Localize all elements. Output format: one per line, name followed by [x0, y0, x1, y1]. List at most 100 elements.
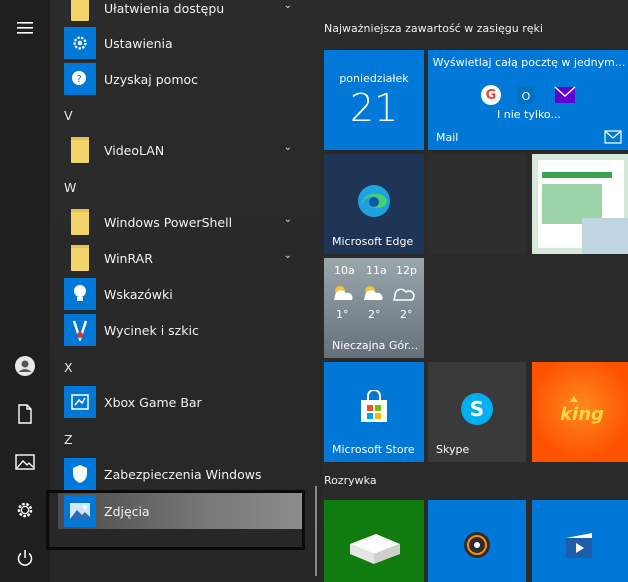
- folder-icon: [64, 134, 96, 166]
- svg-text:O: O: [522, 90, 531, 103]
- weather-temp-1: 1°: [336, 308, 349, 321]
- document-icon: [18, 404, 32, 424]
- skype-icon: S: [461, 393, 493, 425]
- letter-header-v[interactable]: V: [64, 108, 73, 123]
- app-item-xbox-game-bar[interactable]: Xbox Game Bar: [58, 384, 308, 420]
- xbox-console-tile[interactable]: [324, 500, 424, 582]
- empty-tile[interactable]: [428, 154, 526, 254]
- groove-music-tile[interactable]: [428, 500, 526, 582]
- settings-app-icon: [64, 27, 96, 59]
- chevron-down-icon[interactable]: ⌄: [284, 250, 292, 261]
- app-label: Xbox Game Bar: [104, 394, 202, 410]
- tile-group-title[interactable]: Najważniejsza zawartość w zasięgu ręki: [324, 22, 543, 35]
- skype-label: Skype: [436, 443, 470, 456]
- letter-header-x[interactable]: X: [64, 360, 73, 375]
- app-item-ulatwienia[interactable]: Ułatwienia dostępu ⌄: [58, 0, 308, 26]
- edge-icon: [358, 185, 390, 217]
- user-account-button[interactable]: [5, 346, 45, 386]
- app-label: VideoLAN: [104, 142, 165, 158]
- svg-text:G: G: [486, 88, 497, 103]
- mail-tile[interactable]: Wyświetlaj całą pocztę w jednym... G O I…: [428, 50, 628, 150]
- tiles-area: Najważniejsza zawartość w zasięgu ręki p…: [322, 0, 628, 582]
- folder-icon: [64, 0, 96, 24]
- movies-tv-tile[interactable]: [532, 500, 628, 582]
- weather-tile[interactable]: 10a 11a 12p 1° 2° 2° Nieczajna Gór...: [324, 258, 424, 358]
- app-label: Wskazówki: [104, 286, 173, 302]
- weather-temp-2: 2°: [368, 308, 381, 321]
- hamburger-menu-button[interactable]: [5, 8, 45, 48]
- app-label: Uzyskaj pomoc: [104, 71, 199, 87]
- shield-icon: [64, 458, 96, 490]
- groove-music-icon: [464, 532, 490, 558]
- app-item-uzyskaj-pomoc[interactable]: ? Uzyskaj pomoc: [58, 61, 308, 97]
- gear-icon: [17, 502, 33, 518]
- weather-hour-3: 12p: [396, 264, 417, 277]
- weather-hour-1: 10a: [334, 264, 355, 277]
- screenshot-preview-tile[interactable]: [532, 154, 628, 254]
- power-button[interactable]: [5, 538, 45, 578]
- weather-hour-2: 11a: [366, 264, 387, 277]
- store-icon: [361, 390, 387, 422]
- letter-header-w[interactable]: W: [64, 180, 76, 195]
- svg-text:?: ?: [76, 74, 81, 85]
- preview-bar: [542, 172, 612, 178]
- xbox-game-bar-icon: [64, 386, 96, 418]
- calendar-day: poniedziałek: [339, 72, 409, 85]
- app-item-ustawienia[interactable]: Ustawienia: [58, 25, 308, 61]
- tile-group-title[interactable]: Rozrywka: [324, 474, 377, 487]
- lightbulb-icon: [64, 278, 96, 310]
- snip-sketch-icon: [64, 314, 96, 346]
- documents-button[interactable]: [5, 394, 45, 434]
- pictures-button[interactable]: [5, 442, 45, 482]
- calendar-date: 21: [349, 86, 399, 130]
- chevron-down-icon[interactable]: ⌄: [284, 142, 292, 153]
- power-icon: [17, 550, 33, 566]
- king-logo-icon: king: [560, 396, 604, 425]
- app-label: Wycinek i szkic: [104, 322, 199, 338]
- letter-header-z[interactable]: Z: [64, 432, 73, 447]
- edge-tile[interactable]: Microsoft Edge: [324, 154, 424, 254]
- pictures-icon: [15, 454, 35, 470]
- app-item-zabezpieczenia[interactable]: Zabezpieczenia Windows: [58, 456, 308, 492]
- calendar-tile[interactable]: poniedziałek 21: [324, 50, 424, 150]
- help-icon: ?: [64, 63, 96, 95]
- chevron-down-icon[interactable]: ⌄: [284, 0, 292, 11]
- partly-cloudy-icon: [334, 286, 415, 301]
- skype-tile[interactable]: S Skype: [428, 362, 526, 462]
- movies-tv-icon: [566, 533, 592, 558]
- mail-label: Mail: [436, 131, 459, 144]
- weather-label: Nieczajna Gór...: [332, 339, 419, 352]
- app-label: Windows PowerShell: [104, 214, 233, 230]
- app-label: WinRAR: [104, 250, 153, 266]
- edge-label: Microsoft Edge: [332, 235, 414, 248]
- app-list-scrollbar[interactable]: [315, 486, 317, 576]
- user-icon: [15, 356, 35, 376]
- app-item-wskazowki[interactable]: Wskazówki: [58, 276, 308, 312]
- svg-text:king: king: [560, 404, 604, 425]
- weather-temp-3: 2°: [400, 308, 413, 321]
- mail-more: I nie tylko...: [497, 108, 561, 121]
- app-item-videolan[interactable]: VideoLAN ⌄: [58, 132, 308, 168]
- folder-icon: [64, 242, 96, 274]
- mail-icon: [604, 130, 622, 144]
- start-rail: [0, 0, 50, 582]
- king-game-tile[interactable]: king: [532, 362, 628, 462]
- svg-text:S: S: [470, 397, 484, 421]
- xbox-console-icon: [350, 534, 400, 564]
- store-tile[interactable]: Microsoft Store: [324, 362, 424, 462]
- app-item-windows-powershell[interactable]: Windows PowerShell ⌄: [58, 204, 308, 240]
- mail-accounts-icons: G O: [481, 85, 576, 105]
- store-label: Microsoft Store: [332, 443, 415, 456]
- settings-button[interactable]: [5, 490, 45, 530]
- chevron-down-icon[interactable]: ⌄: [284, 214, 292, 225]
- app-label: Ustawienia: [104, 35, 173, 51]
- preview-image: [582, 218, 628, 254]
- app-item-wycinek[interactable]: Wycinek i szkic: [58, 312, 308, 348]
- app-label: Zabezpieczenia Windows: [104, 466, 262, 482]
- selection-box: [46, 490, 305, 550]
- app-item-winrar[interactable]: WinRAR ⌄: [58, 240, 308, 276]
- mail-headline: Wyświetlaj całą pocztę w jednym...: [432, 56, 626, 69]
- hamburger-icon: [17, 22, 33, 34]
- app-label: Ułatwienia dostępu: [104, 0, 225, 16]
- folder-icon: [64, 206, 96, 238]
